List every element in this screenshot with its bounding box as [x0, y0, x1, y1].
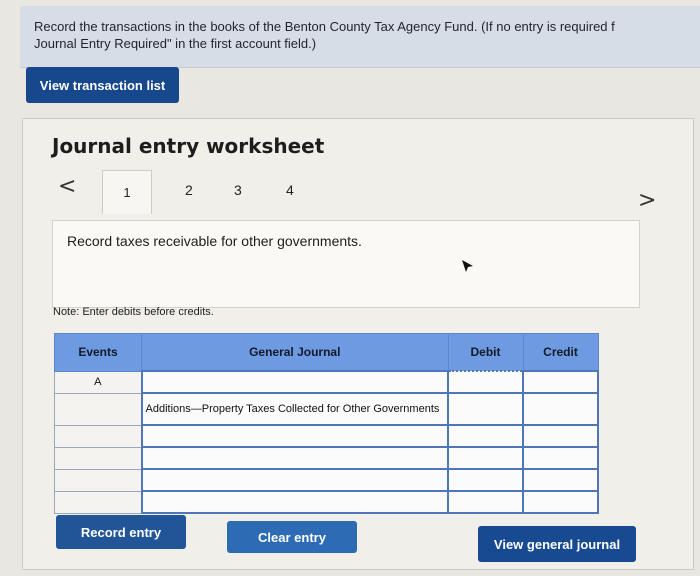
- debit-field[interactable]: [447, 446, 524, 470]
- mouse-pointer-icon: [462, 260, 473, 272]
- credit-field[interactable]: [522, 392, 599, 426]
- table-row: [54, 490, 599, 514]
- record-entry-button[interactable]: Record entry: [56, 515, 186, 549]
- account-field[interactable]: [140, 468, 449, 492]
- credit-header: Credit: [522, 333, 599, 372]
- account-field[interactable]: [140, 490, 449, 514]
- tab-3[interactable]: 3: [234, 182, 242, 198]
- events-header: Events: [54, 333, 142, 372]
- account-field[interactable]: [140, 446, 449, 470]
- general-journal-header: General Journal: [141, 333, 449, 372]
- event-cell: [54, 424, 142, 448]
- entry-note: Note: Enter debits before credits.: [53, 306, 214, 318]
- debit-field[interactable]: [447, 490, 524, 514]
- event-cell: [54, 468, 142, 492]
- account-field[interactable]: [140, 370, 449, 394]
- tab-2[interactable]: 2: [185, 182, 193, 198]
- table-row: [54, 446, 599, 470]
- credit-field[interactable]: [522, 424, 599, 448]
- next-arrow-icon[interactable]: >: [638, 188, 656, 213]
- debit-field[interactable]: [447, 424, 524, 448]
- tab-4[interactable]: 4: [286, 182, 294, 198]
- table-row: [54, 468, 599, 492]
- account-field[interactable]: Additions—Property Taxes Collected for O…: [140, 392, 449, 426]
- table-row: Additions—Property Taxes Collected for O…: [54, 392, 599, 426]
- journal-entry-table: Events General Journal Debit Credit A Ad…: [54, 333, 599, 514]
- credit-field[interactable]: [522, 446, 599, 470]
- event-cell: [54, 392, 142, 426]
- debit-field[interactable]: [447, 392, 524, 426]
- table-row: A: [54, 370, 599, 394]
- view-transaction-list-button[interactable]: View transaction list: [26, 67, 179, 103]
- debit-field[interactable]: [447, 370, 524, 394]
- prev-arrow-icon[interactable]: <: [58, 174, 76, 199]
- credit-field[interactable]: [522, 490, 599, 514]
- instructions-banner: Record the transactions in the books of …: [20, 6, 700, 68]
- table-row: [54, 424, 599, 448]
- view-general-journal-button[interactable]: View general journal: [478, 526, 636, 562]
- account-field[interactable]: [140, 424, 449, 448]
- instructions-line-1: Record the transactions in the books of …: [34, 19, 615, 34]
- instructions-line-2: Journal Entry Required" in the first acc…: [34, 36, 317, 51]
- clear-entry-button[interactable]: Clear entry: [227, 521, 357, 553]
- tab-1[interactable]: 1: [102, 170, 152, 214]
- event-cell: A: [54, 370, 142, 394]
- event-cell: [54, 490, 142, 514]
- credit-field[interactable]: [522, 468, 599, 492]
- event-cell: [54, 446, 142, 470]
- debit-header: Debit: [447, 333, 524, 372]
- debit-field[interactable]: [447, 468, 524, 492]
- worksheet-title: Journal entry worksheet: [52, 134, 325, 158]
- transaction-description-box: Record taxes receivable for other govern…: [52, 220, 640, 308]
- transaction-description: Record taxes receivable for other govern…: [67, 233, 362, 249]
- credit-field[interactable]: [522, 370, 599, 394]
